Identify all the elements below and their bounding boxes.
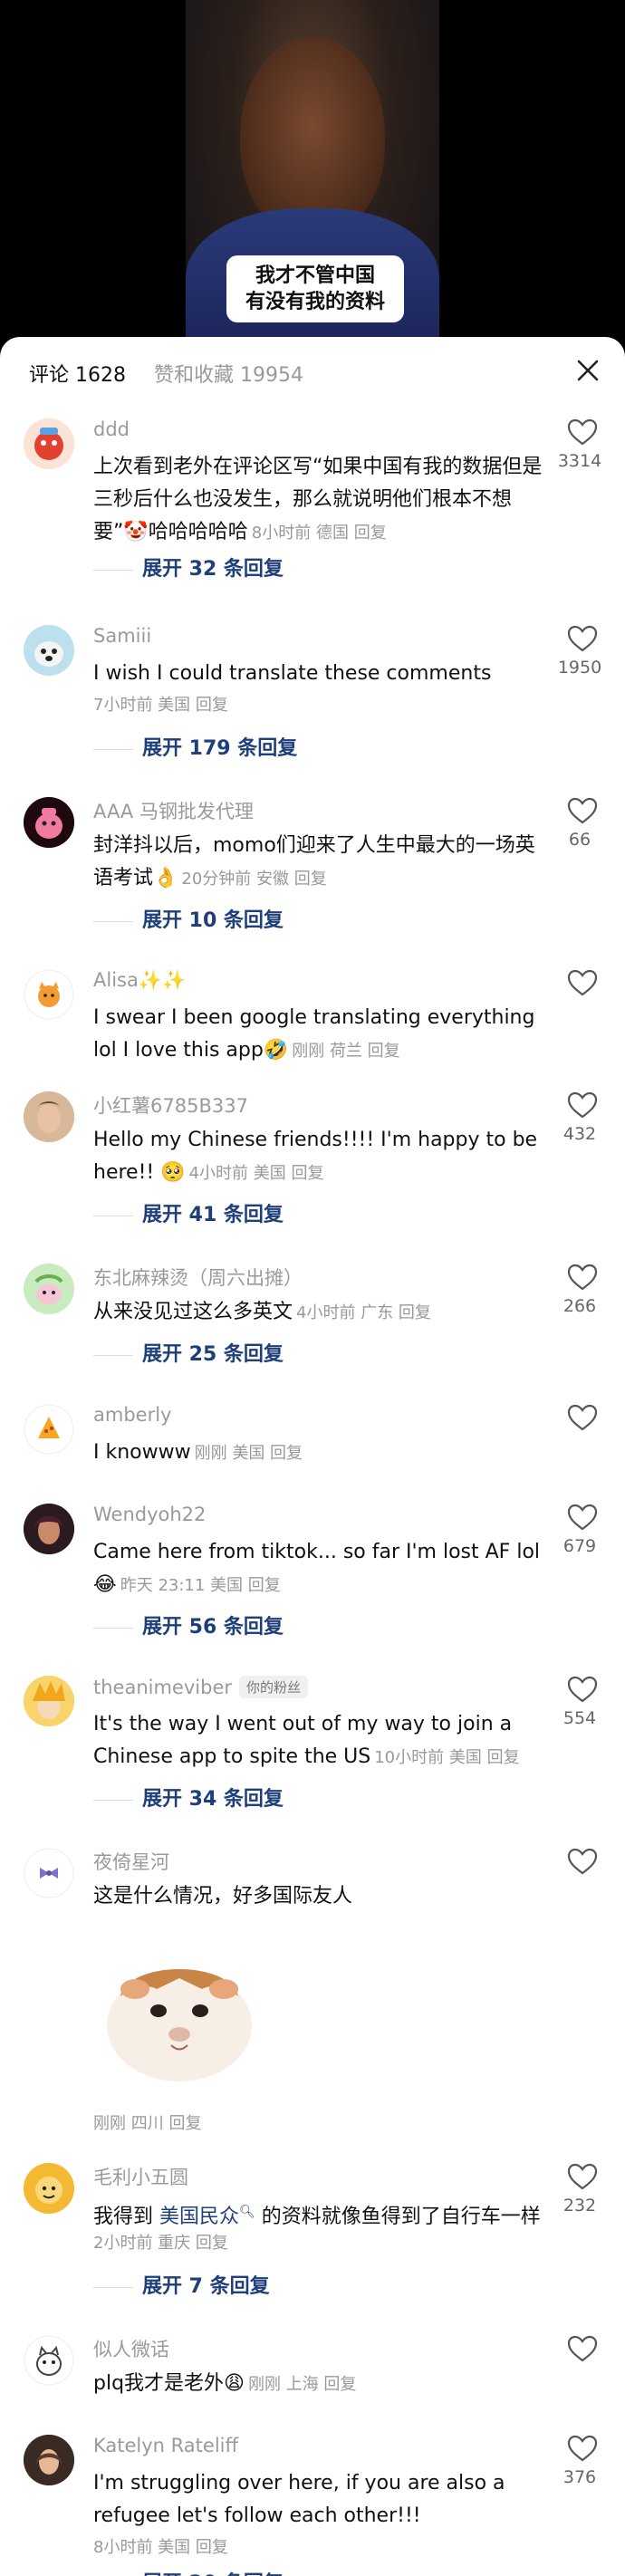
comment-author-name[interactable]: theanimeviber bbox=[93, 1677, 232, 1698]
heart-outline-icon[interactable] bbox=[567, 797, 598, 824]
comment-text: Hello my Chinese friends!!!! I'm happy t… bbox=[93, 1129, 538, 1184]
comment-meta[interactable]: 4小时前 广东 回复 bbox=[296, 1303, 431, 1322]
comment-meta[interactable]: 刚刚 上海 回复 bbox=[248, 2375, 356, 2394]
comments-tabs: 评论 1628 赞和收藏 19954 bbox=[0, 337, 625, 406]
expand-replies-button[interactable]: 展开 179 条回复 bbox=[93, 732, 297, 761]
heart-outline-icon[interactable] bbox=[567, 1676, 598, 1703]
comment-text: It's the way I went out of my way to joi… bbox=[93, 1713, 520, 1768]
comment-meta[interactable]: 10小时前 美国 回复 bbox=[374, 1748, 519, 1767]
heart-outline-icon[interactable] bbox=[567, 1091, 598, 1119]
heart-outline-icon[interactable] bbox=[567, 2435, 598, 2462]
comment-meta[interactable]: 8小时前 德国 回复 bbox=[252, 524, 387, 543]
comment-meta[interactable]: 2小时前 重庆 回复 bbox=[93, 2230, 228, 2254]
comment-text: 从来没见过这么多英文 4小时前 广东 回复 bbox=[93, 1301, 431, 1323]
search-icon: 🔍︎ bbox=[239, 2205, 255, 2219]
comment-text: 上次看到老外在评论区写“如果中国有我的数据但是三秒后什么也没发生，那么就说明他们… bbox=[93, 456, 543, 543]
heart-outline-icon[interactable] bbox=[567, 625, 598, 652]
speaker-face bbox=[240, 36, 385, 235]
comment-meta[interactable]: 昨天 23:11 美国 回复 bbox=[120, 1576, 281, 1595]
heart-outline-icon[interactable] bbox=[567, 1264, 598, 1291]
comment-author[interactable]: 东北麻辣烫（周六出摊） bbox=[93, 1264, 303, 1291]
avatar[interactable] bbox=[24, 969, 74, 1020]
expand-replies-button[interactable]: 展开 20 条回复 bbox=[93, 2567, 284, 2576]
avatar[interactable] bbox=[24, 2435, 74, 2485]
expand-replies-button[interactable]: 展开 56 条回复 bbox=[93, 1610, 284, 1639]
comment-meta[interactable]: 刚刚 美国 回复 bbox=[195, 1444, 303, 1463]
heart-outline-icon[interactable] bbox=[567, 969, 598, 996]
avatar[interactable] bbox=[24, 1264, 74, 1314]
comment-meta[interactable]: 刚刚 荷兰 回复 bbox=[292, 1042, 399, 1061]
comment-text: Came here from tiktok... so far I'm lost… bbox=[93, 1541, 541, 1596]
comment-text: 我得到 美国民众🔍︎ 的资料就像鱼得到了自行车一样 bbox=[93, 2205, 541, 2228]
like-count: 1950 bbox=[557, 658, 602, 678]
comment-author[interactable]: Katelyn Rateliff bbox=[93, 2435, 238, 2456]
avatar[interactable] bbox=[24, 1091, 74, 1142]
fan-badge: 你的粉丝 bbox=[239, 1676, 309, 1698]
like-count: 66 bbox=[568, 830, 591, 850]
heart-outline-icon[interactable] bbox=[567, 1848, 598, 1875]
comment-text: I knowww 刚刚 美国 回复 bbox=[93, 1441, 303, 1464]
search-link[interactable]: 美国民众 bbox=[159, 2206, 239, 2228]
comment-meta[interactable]: 4小时前 美国 回复 bbox=[189, 1164, 324, 1183]
comment-author[interactable]: 毛利小五圆 bbox=[93, 2163, 188, 2190]
avatar[interactable] bbox=[24, 1848, 74, 1898]
expand-replies-button[interactable]: 展开 10 条回复 bbox=[93, 904, 284, 933]
expand-replies-button[interactable]: 展开 34 条回复 bbox=[93, 1783, 284, 1812]
comment-meta[interactable]: 8小时前 美国 回复 bbox=[93, 2534, 228, 2558]
video-caption: 我才不管中国 有没有我的资料 bbox=[226, 255, 404, 322]
tab-likes[interactable]: 赞和收藏 19954 bbox=[154, 359, 303, 388]
comment-author[interactable]: amberly bbox=[93, 1404, 171, 1426]
comment-author[interactable]: Samiii bbox=[93, 625, 151, 647]
comment-text: 这是什么情况，好多国际友人 bbox=[93, 1885, 353, 1908]
comment-author[interactable]: 夜倚星河 bbox=[93, 1848, 169, 1875]
expand-replies-button[interactable]: 展开 41 条回复 bbox=[93, 1198, 284, 1227]
comment-author: theanimeviber 你的粉丝 bbox=[93, 1676, 309, 1698]
heart-outline-icon[interactable] bbox=[567, 2335, 598, 2362]
avatar[interactable] bbox=[24, 2163, 74, 2214]
comment-author[interactable]: 似人微话 bbox=[93, 2335, 169, 2362]
comment-author[interactable]: 小红薯6785B337 bbox=[93, 1091, 248, 1119]
video-player[interactable]: 我才不管中国 有没有我的资料 bbox=[0, 0, 625, 353]
like-count: 554 bbox=[562, 1708, 597, 1728]
close-icon[interactable] bbox=[571, 353, 605, 388]
heart-outline-icon[interactable] bbox=[567, 418, 598, 446]
expand-replies-button[interactable]: 展开 25 条回复 bbox=[93, 1338, 284, 1367]
comment-meta[interactable]: 刚刚 四川 回复 bbox=[93, 2110, 201, 2134]
comment-author[interactable]: Wendyoh22 bbox=[93, 1504, 206, 1525]
avatar[interactable] bbox=[24, 625, 74, 676]
comment-author[interactable]: AAA 马钢批发代理 bbox=[93, 797, 254, 824]
comment-text: 封洋抖以后，momo们迎来了人生中最大的一场英语考试👌 20分钟前 安徽 回复 bbox=[93, 834, 535, 889]
like-count: 3314 bbox=[557, 451, 602, 471]
avatar[interactable] bbox=[24, 418, 74, 469]
like-count: 266 bbox=[562, 1296, 597, 1316]
expand-replies-button[interactable]: 展开 7 条回复 bbox=[93, 2270, 270, 2299]
like-count: 376 bbox=[562, 2467, 597, 2487]
comment-meta[interactable]: 7小时前 美国 回复 bbox=[93, 692, 228, 716]
avatar[interactable] bbox=[24, 797, 74, 848]
comment-text: I'm struggling over here, if you are als… bbox=[93, 2472, 505, 2527]
tab-comments[interactable]: 评论 1628 bbox=[29, 359, 126, 388]
comment-author[interactable]: ddd bbox=[93, 418, 130, 440]
avatar[interactable] bbox=[24, 1404, 74, 1455]
comment-text: plq我才是老外😩 刚刚 上海 回复 bbox=[93, 2372, 357, 2395]
comment-text: I swear I been google translating everyt… bbox=[93, 1006, 535, 1062]
expand-replies-button[interactable]: 展开 32 条回复 bbox=[93, 553, 284, 582]
like-count: 432 bbox=[562, 1124, 597, 1144]
heart-outline-icon[interactable] bbox=[567, 1404, 598, 1431]
avatar[interactable] bbox=[24, 1504, 74, 1554]
guinea-pig-sticker-image[interactable] bbox=[93, 1924, 265, 2096]
avatar[interactable] bbox=[24, 1676, 74, 1726]
comment-text: I wish I could translate these comments bbox=[93, 662, 492, 685]
comments-sheet: 评论 1628 赞和收藏 19954 ddd 上次看到老外在评论区写“如果中国有… bbox=[0, 337, 625, 2576]
heart-outline-icon[interactable] bbox=[567, 1504, 598, 1531]
comment-author[interactable]: Alisa✨✨ bbox=[93, 969, 186, 992]
avatar[interactable] bbox=[24, 2335, 74, 2386]
heart-outline-icon[interactable] bbox=[567, 2163, 598, 2190]
comment-meta[interactable]: 20分钟前 安徽 回复 bbox=[181, 870, 326, 889]
like-count: 679 bbox=[562, 1536, 597, 1556]
like-count: 232 bbox=[562, 2196, 597, 2216]
